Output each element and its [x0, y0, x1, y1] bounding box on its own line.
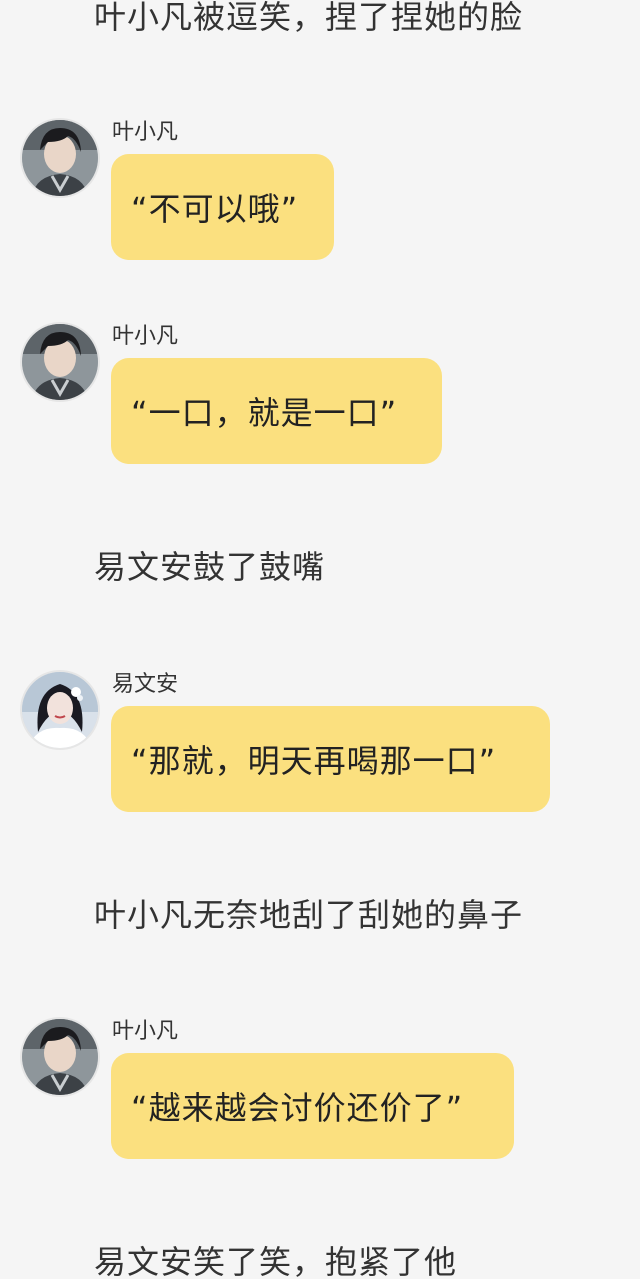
narration-text: 叶小凡被逗笑，捏了捏她的脸 [94, 0, 524, 36]
narration-text: 易文安鼓了鼓嘴 [94, 548, 326, 586]
speaker-name: 叶小凡 [112, 120, 179, 145]
message-bubble[interactable]: “不可以哦” [111, 154, 334, 260]
speaker-name: 叶小凡 [112, 1019, 179, 1044]
narration-text: 易文安笑了笑，抱紧了他 [94, 1243, 458, 1279]
male-avatar-icon [22, 324, 98, 400]
speaker-name: 叶小凡 [112, 324, 179, 349]
avatar[interactable] [22, 120, 98, 196]
message-bubble[interactable]: “越来越会讨价还价了” [111, 1053, 514, 1159]
avatar[interactable] [22, 672, 98, 748]
male-avatar-icon [22, 120, 98, 196]
avatar[interactable] [22, 1019, 98, 1095]
message-bubble[interactable]: “一口，就是一口” [111, 358, 442, 464]
chat-story-page: 叶小凡被逗笑，捏了捏她的脸 叶小凡 “不可以哦” 叶小凡 “一口，就是一口” 易… [0, 0, 640, 1279]
message-bubble[interactable]: “那就，明天再喝那一口” [111, 706, 550, 812]
narration-text: 叶小凡无奈地刮了刮她的鼻子 [94, 896, 524, 934]
female-avatar-icon [22, 672, 98, 748]
male-avatar-icon [22, 1019, 98, 1095]
speaker-name: 易文安 [112, 672, 179, 697]
avatar[interactable] [22, 324, 98, 400]
